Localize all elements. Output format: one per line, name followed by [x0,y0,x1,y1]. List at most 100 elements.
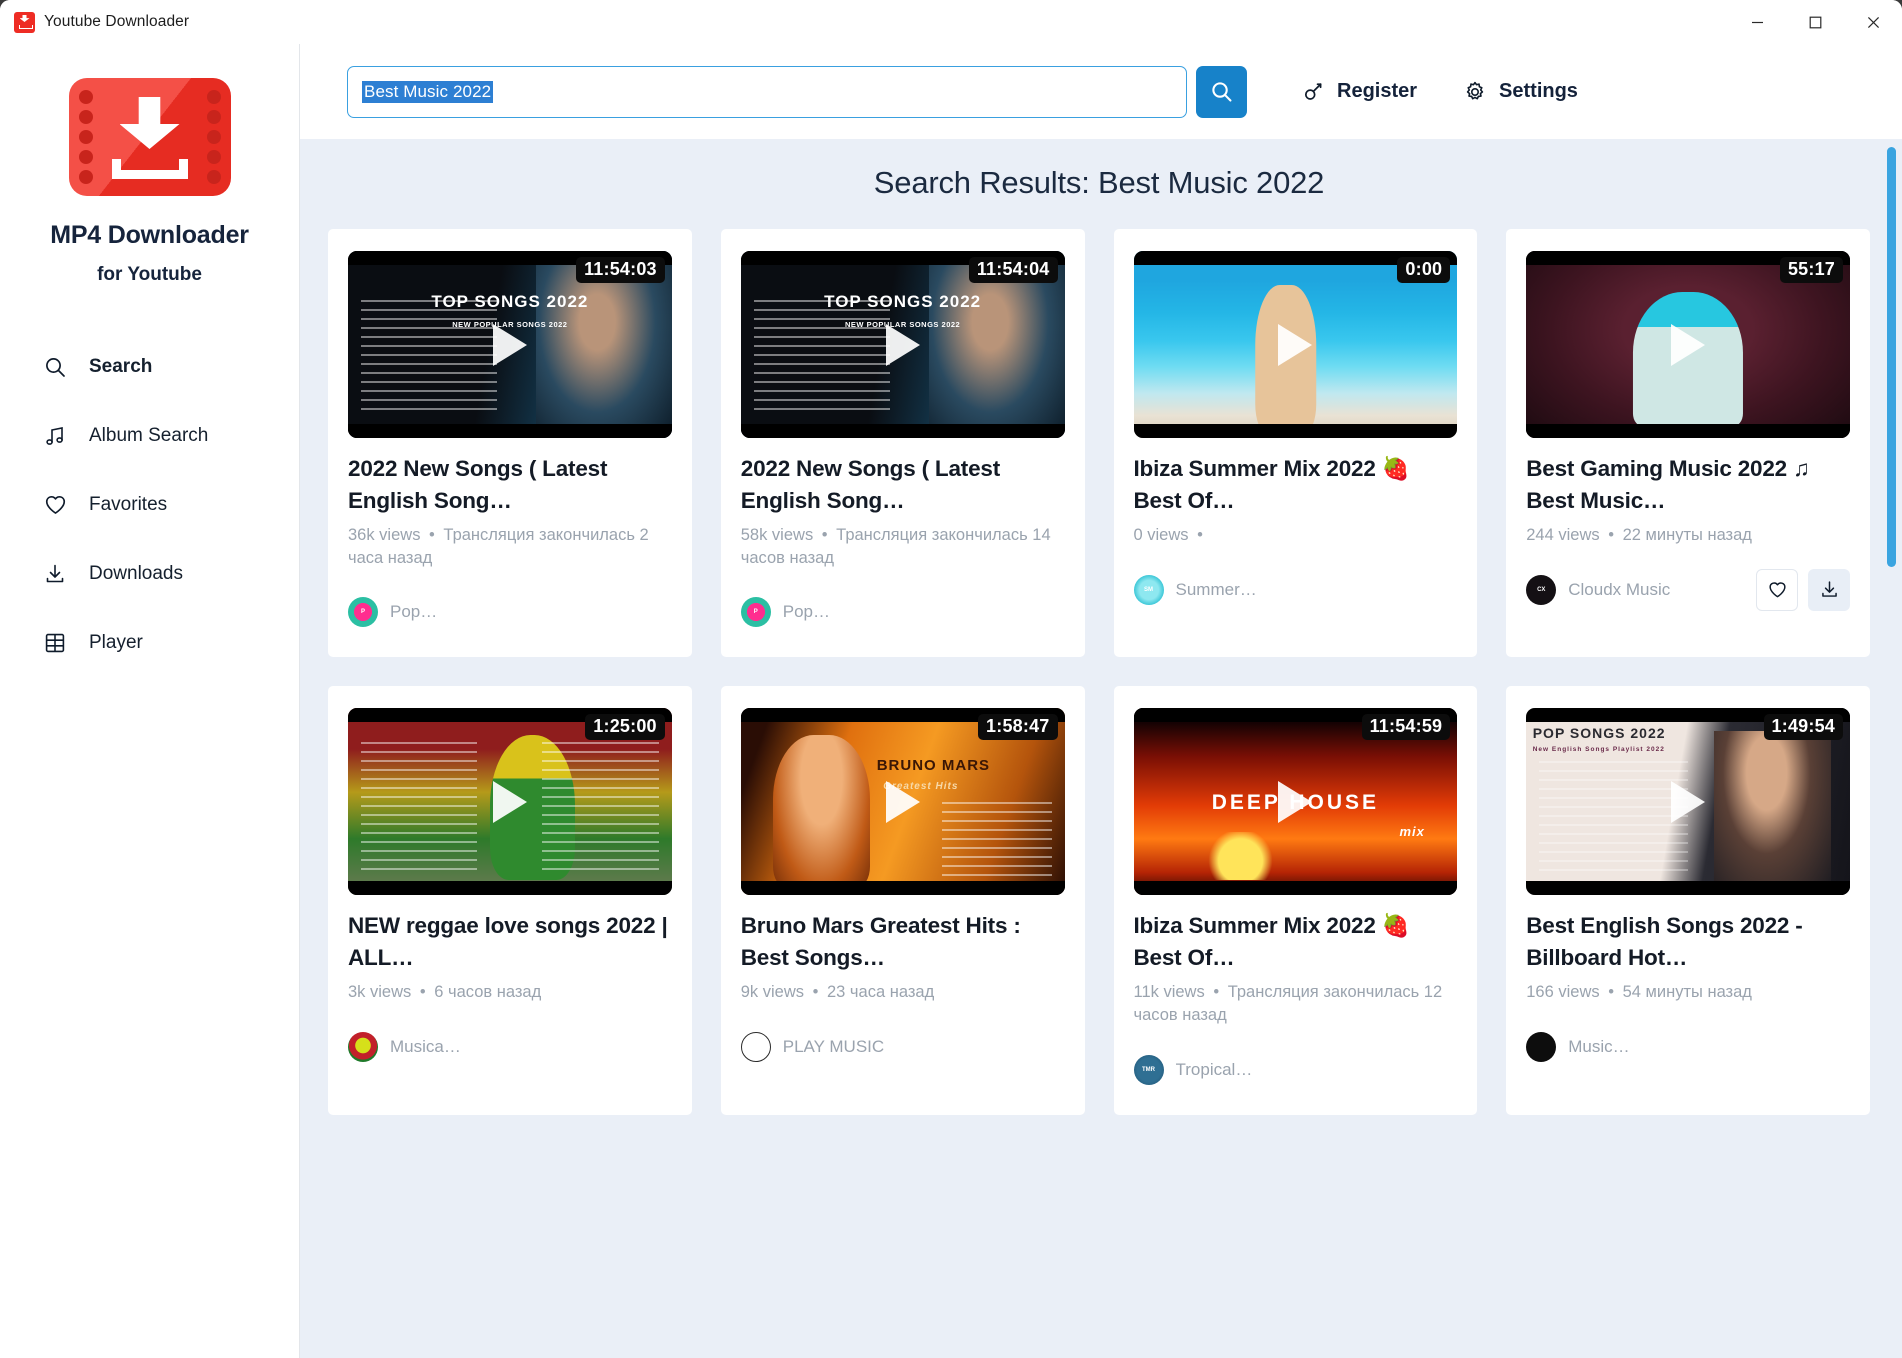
settings-label: Settings [1499,80,1578,102]
search-input[interactable]: Best Music 2022 [347,65,1187,118]
sidebar-item-album-search[interactable]: Album Search [0,401,299,470]
channel-name: Summer… [1175,579,1257,599]
channel-row: Musica… [348,1026,672,1068]
video-card[interactable]: 1:25:00 NEW reggae love songs 2022 | ALL… [328,686,692,1115]
video-meta: 166 views • 54 минуты назад [1526,983,1752,1002]
channel-name: Pop… [390,602,438,622]
top-bar-actions: Register Settings [1302,80,1578,104]
video-title: Ibiza Summer Mix 2022 🍓 Best Of… [1133,456,1410,513]
app-body: MP4 Downloader for Youtube Search Album … [0,44,1902,1358]
channel-name: Music… [1568,1037,1630,1057]
minimize-button[interactable] [1728,0,1786,44]
view-count: 3k views [348,983,412,1002]
sidebar-item-player[interactable]: Player [0,608,299,677]
results-scroll-area[interactable]: Search Results: Best Music 2022 TOP SONG… [300,139,1902,1358]
main-area: Best Music 2022 Register Settings Search… [300,44,1902,1358]
key-icon [1302,80,1325,103]
search-icon [42,354,68,380]
video-title: Bruno Mars Greatest Hits : Best Songs… [740,913,1021,971]
video-meta: 3k views • 6 часов назад [348,983,542,1002]
video-title: Best English Songs 2022 - Billboard Hot… [1526,913,1803,971]
title-bar-left: Youtube Downloader [0,11,190,33]
view-count: 36k views [348,525,421,544]
duration-badge: 11:54:04 [968,257,1058,283]
duration-badge: 55:17 [1779,257,1843,283]
channel-name: Musica… [390,1037,461,1057]
video-title: Best Gaming Music 2022 ♫ Best Music… [1526,456,1810,513]
brand-title: MP4 Downloader [50,221,249,249]
video-thumbnail[interactable]: 55:17 [1526,251,1850,438]
video-thumbnail[interactable]: DEEP HOUSE mix 11:54:59 [1133,708,1458,896]
sidebar-nav: Search Album Search Favorites Downloads … [0,332,299,677]
favorite-button[interactable] [1756,568,1798,611]
video-meta: 244 views • 22 минуты назад [1526,525,1752,544]
video-thumbnail[interactable]: TOP SONGS 2022 NEW POPULAR SONGS 2022 11… [348,251,672,438]
video-thumbnail[interactable]: 0:00 [1133,251,1458,438]
window-controls [1728,0,1902,44]
register-label: Register [1337,80,1418,102]
channel-row: TMR Tropical… [1133,1049,1458,1091]
search-submit-button[interactable] [1196,65,1247,118]
video-thumbnail[interactable]: TOP SONGS 2022 NEW POPULAR SONGS 2022 11… [740,251,1065,438]
channel-row: PLAY MUSIC [740,1026,1065,1068]
duration-badge: 0:00 [1397,257,1451,283]
view-count: 9k views [740,983,805,1002]
channel-name: Tropical… [1175,1059,1253,1079]
window-title: Youtube Downloader [44,13,190,30]
video-thumbnail[interactable]: BRUNO MARS Greatest Hits 1:58:47 [740,708,1065,896]
video-card[interactable]: 55:17 Best Gaming Music 2022 ♫ Best Musi… [1506,229,1870,658]
video-card[interactable]: TOP SONGS 2022 NEW POPULAR SONGS 2022 11… [720,229,1085,658]
sidebar-item-label: Search [89,355,153,377]
mp4-downloader-logo-icon [68,78,231,196]
upload-age: 23 часа назад [827,983,935,1002]
music-note-icon [42,423,68,449]
vertical-scrollbar[interactable] [1887,147,1896,567]
maximize-button[interactable] [1786,0,1844,44]
channel-row: CX Cloudx Music [1526,568,1850,611]
channel-row: P Pop… [740,591,1065,633]
sidebar-item-search[interactable]: Search [0,332,299,401]
app-window: Youtube Downloader MP4 Downloader for Yo… [0,0,1902,1358]
view-count: 11k views [1133,983,1205,1002]
duration-badge: 11:54:03 [576,257,665,283]
play-icon [885,323,920,366]
film-icon [42,630,68,656]
card-actions [1756,568,1850,611]
play-icon [1278,780,1313,823]
app-logo-icon [14,11,35,33]
duration-badge: 1:49:54 [1763,714,1843,741]
duration-badge: 11:54:59 [1361,714,1451,741]
video-title: 2022 New Songs ( Latest English Song… [740,456,1000,513]
video-meta: 11k views • Трансляция закончилась 12 ча… [1133,983,1443,1025]
video-card[interactable]: TOP SONGS 2022 NEW POPULAR SONGS 2022 11… [328,229,692,658]
channel-row: P Pop… [348,591,672,633]
sidebar-item-favorites[interactable]: Favorites [0,470,299,539]
view-count: 58k views [740,525,814,544]
results-grid: TOP SONGS 2022 NEW POPULAR SONGS 2022 11… [328,229,1870,1115]
video-thumbnail[interactable]: POP SONGS 2022 New English Songs Playlis… [1526,708,1850,896]
play-icon [1278,323,1313,366]
video-card[interactable]: POP SONGS 2022 New English Songs Playlis… [1506,686,1870,1115]
video-card[interactable]: BRUNO MARS Greatest Hits 1:58:47 Bruno M… [720,686,1085,1115]
channel-name: PLAY MUSIC [782,1037,885,1057]
settings-button[interactable]: Settings [1463,80,1578,104]
view-count: 166 views [1526,983,1600,1002]
duration-badge: 1:58:47 [978,714,1058,741]
video-card[interactable]: 0:00 Ibiza Summer Mix 2022 🍓 Best Of… 0 … [1113,229,1478,658]
video-card[interactable]: DEEP HOUSE mix 11:54:59 Ibiza Summer Mix… [1113,686,1478,1115]
avatar [348,1032,378,1063]
download-icon [42,561,68,587]
avatar: P [348,597,378,628]
avatar [1526,1032,1557,1063]
sidebar-item-downloads[interactable]: Downloads [0,539,299,608]
register-button[interactable]: Register [1302,80,1417,103]
avatar [740,1032,771,1063]
brand-logo [0,78,299,196]
video-thumbnail[interactable]: 1:25:00 [348,708,672,896]
avatar: CX [1526,574,1557,605]
close-button[interactable] [1844,0,1902,44]
download-button[interactable] [1808,568,1850,611]
play-icon [492,323,527,366]
video-title: Ibiza Summer Mix 2022 🍓 Best Of… [1133,913,1410,971]
upload-age: 22 минуты назад [1622,525,1752,544]
